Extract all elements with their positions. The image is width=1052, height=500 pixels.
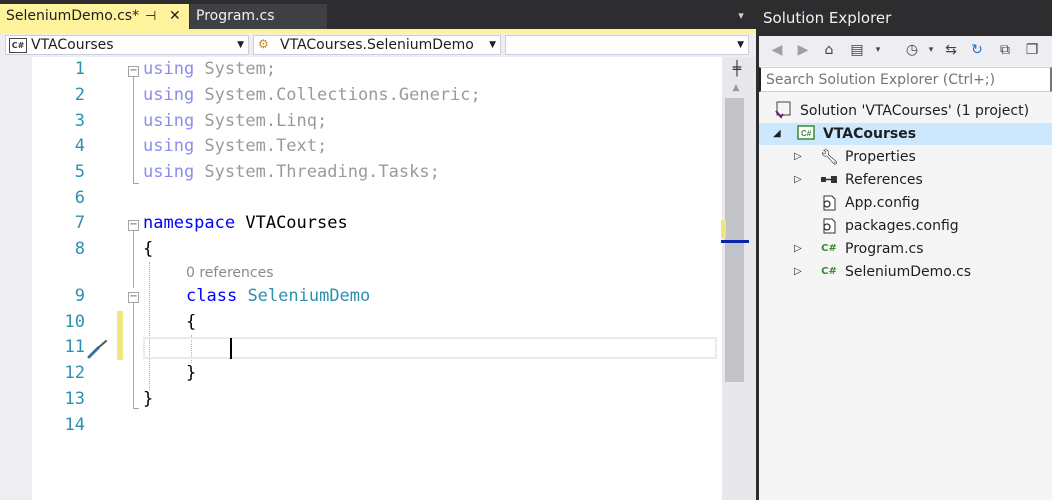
dropdown-arrow-icon: ▼	[489, 40, 496, 50]
change-tracking-bar	[117, 311, 123, 360]
line-number: 2	[74, 85, 85, 105]
outline-line	[133, 231, 134, 288]
pin-icon[interactable]: ⊣	[145, 4, 156, 29]
line-number: 4	[74, 136, 85, 156]
outline-line	[133, 183, 139, 184]
code-line: namespace VTACourses	[143, 213, 348, 233]
expanded-arrow-icon[interactable]: ◢	[773, 123, 781, 145]
collapsed-arrow-icon[interactable]: ▷	[794, 146, 802, 168]
tab-overflow-dropdown-icon[interactable]: ▾	[734, 10, 748, 22]
class-icon: ⚙	[258, 37, 269, 51]
selection-margin	[0, 57, 32, 500]
collapsed-arrow-icon[interactable]: ▷	[794, 169, 802, 191]
code-line: using System.Threading.Tasks;	[143, 162, 440, 182]
pending-changes-filter-icon[interactable]: ◷	[902, 40, 922, 60]
csharp-project-icon: C#	[9, 38, 27, 53]
quick-actions-screwdriver-icon[interactable]	[86, 338, 110, 360]
split-window-icon[interactable]: ╪	[727, 60, 747, 78]
switch-views-icon[interactable]: ▤	[847, 40, 867, 60]
outline-line	[133, 303, 134, 408]
line-number: 11	[64, 337, 85, 357]
text-caret	[230, 338, 232, 359]
tree-item-solution[interactable]: Solution 'VTACourses' (1 project)	[800, 100, 1029, 122]
codelens-references[interactable]: 0 references	[186, 265, 274, 281]
indent-guide	[149, 262, 150, 390]
project-dropdown[interactable]: C# VTACourses ▼	[5, 35, 249, 55]
config-file-icon	[820, 217, 838, 235]
scroll-caret-marker	[721, 240, 749, 243]
dropdown-arrow-icon[interactable]: ▾	[868, 40, 888, 60]
show-all-files-icon[interactable]: ❐	[1022, 40, 1042, 60]
collapsed-arrow-icon[interactable]: ▷	[794, 238, 802, 260]
line-number: 8	[74, 239, 85, 259]
code-line: {	[143, 239, 154, 259]
line-number: 5	[74, 162, 85, 182]
solution-explorer-title: Solution Explorer	[759, 0, 1052, 36]
config-file-icon	[820, 194, 838, 212]
tab-label: Program.cs	[196, 8, 275, 24]
line-number: 1	[74, 59, 85, 79]
csharp-project-icon: C#	[797, 125, 815, 143]
collapse-all-icon[interactable]: ⧉	[995, 40, 1015, 60]
code-line: using System;	[143, 59, 277, 79]
code-line: {	[186, 312, 197, 332]
dropdown-arrow-icon: ▼	[737, 40, 744, 50]
references-icon	[820, 171, 838, 189]
scroll-change-marker	[721, 220, 726, 238]
line-number: 14	[64, 415, 85, 435]
tree-item-seleniumdemo-cs[interactable]: SeleniumDemo.cs	[845, 261, 971, 283]
tab-selenium-demo[interactable]: SeleniumDemo.cs* ⊣ ✕	[0, 4, 189, 29]
tab-label: SeleniumDemo.cs*	[6, 8, 140, 24]
back-icon[interactable]: ◀	[767, 40, 787, 60]
solution-explorer-search-input[interactable]	[759, 67, 1052, 92]
wrench-icon: 🔧︎	[820, 148, 840, 166]
tree-item-packages-config[interactable]: packages.config	[845, 215, 959, 237]
csharp-file-icon: C#	[821, 266, 837, 277]
collapse-namespace-icon[interactable]: −	[128, 220, 139, 231]
tree-item-references[interactable]: References	[845, 169, 923, 191]
line-number: 13	[64, 389, 85, 409]
class-dropdown-value: VTACourses.SeleniumDemo	[280, 37, 474, 53]
refresh-icon[interactable]: ↻	[967, 40, 987, 60]
code-line: using System.Collections.Generic;	[143, 85, 481, 105]
collapse-usings-icon[interactable]: −	[128, 66, 139, 77]
code-line: }	[186, 363, 197, 383]
line-number: 10	[64, 312, 85, 332]
home-icon[interactable]: ⌂	[819, 40, 839, 60]
code-line: using System.Text;	[143, 136, 328, 156]
solution-icon	[774, 101, 792, 119]
dropdown-arrow-icon[interactable]: ▾	[921, 40, 941, 60]
tab-program[interactable]: Program.cs	[190, 4, 327, 29]
class-dropdown[interactable]: ⚙ VTACourses.SeleniumDemo ▼	[253, 35, 501, 55]
navigation-bar: C# VTACourses ▼ ⚙ VTACourses.SeleniumDemo …	[0, 33, 756, 57]
code-line: using System.Linq;	[143, 111, 328, 131]
tree-item-properties[interactable]: Properties	[845, 146, 916, 168]
csharp-file-icon: C#	[821, 243, 837, 254]
sync-with-active-document-icon[interactable]: ⇆	[941, 40, 961, 60]
outline-line	[133, 77, 134, 183]
code-editor[interactable]	[0, 57, 722, 500]
dropdown-arrow-icon: ▼	[237, 40, 244, 50]
member-dropdown[interactable]: ▼	[505, 35, 749, 55]
project-dropdown-value: VTACourses	[31, 37, 114, 53]
collapsed-arrow-icon[interactable]: ▷	[794, 261, 802, 283]
forward-icon[interactable]: ▶	[793, 40, 813, 60]
tree-item-project[interactable]: VTACourses	[823, 123, 916, 145]
outline-line	[133, 408, 139, 409]
code-line: }	[143, 389, 154, 409]
code-line: class SeleniumDemo	[186, 286, 371, 306]
line-number: 6	[74, 188, 85, 208]
line-number: 7	[74, 213, 85, 233]
line-number: 12	[64, 363, 85, 383]
line-number: 3	[74, 111, 85, 131]
line-number: 9	[74, 286, 85, 306]
collapse-class-icon[interactable]: −	[128, 292, 139, 303]
tree-item-program-cs[interactable]: Program.cs	[845, 238, 924, 260]
svg-text:C#: C#	[801, 129, 812, 138]
scroll-up-icon[interactable]: ▲	[728, 83, 744, 95]
tree-item-app-config[interactable]: App.config	[845, 192, 920, 214]
close-icon[interactable]: ✕	[169, 4, 181, 29]
